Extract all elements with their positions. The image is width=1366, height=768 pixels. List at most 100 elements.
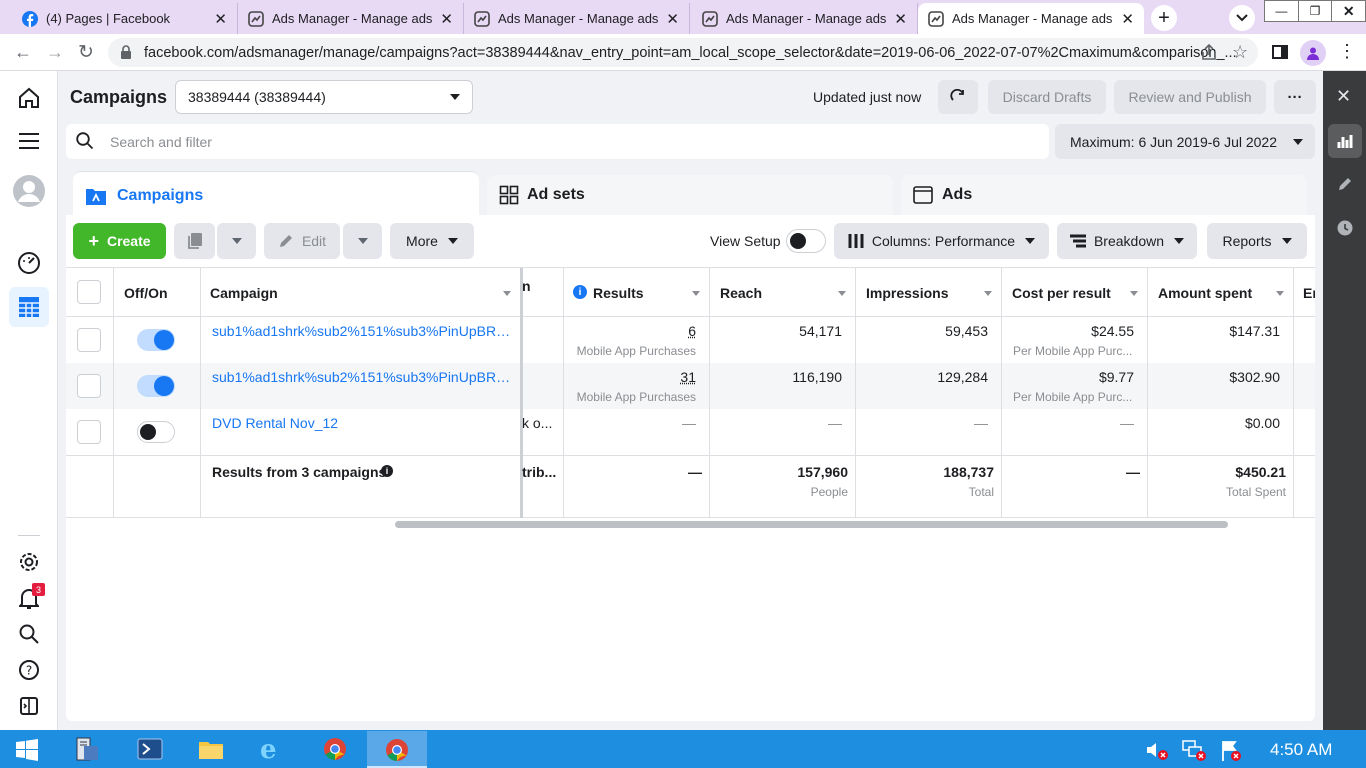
chrome-icon[interactable] bbox=[323, 737, 347, 761]
date-range-picker[interactable]: Maximum: 6 Jun 2019-6 Jul 2022 bbox=[1055, 124, 1315, 159]
header-results[interactable]: Results bbox=[593, 285, 644, 301]
duplicate-button[interactable] bbox=[174, 223, 215, 259]
create-button[interactable]: + Create bbox=[73, 223, 166, 259]
account-overview-gauge-icon[interactable] bbox=[17, 251, 41, 275]
info-icon[interactable]: i bbox=[381, 465, 393, 477]
tab-search-chevron-icon[interactable] bbox=[1229, 5, 1255, 31]
panel-close-icon[interactable]: ✕ bbox=[1336, 86, 1351, 107]
campaign-off-toggle[interactable] bbox=[137, 421, 175, 443]
sort-caret-icon[interactable] bbox=[838, 291, 846, 296]
sort-caret-icon[interactable] bbox=[1276, 291, 1284, 296]
reports-button[interactable]: Reports bbox=[1207, 223, 1307, 259]
restore-icon[interactable]: ❐ bbox=[1299, 1, 1333, 21]
history-clock-icon[interactable] bbox=[1337, 220, 1353, 236]
lock-icon[interactable] bbox=[120, 45, 132, 60]
tab-ad-sets[interactable]: Ad sets bbox=[487, 175, 893, 215]
server-manager-icon[interactable] bbox=[74, 736, 100, 762]
window-close-icon[interactable]: ✕ bbox=[1332, 1, 1365, 21]
discard-drafts-button[interactable]: Discard Drafts bbox=[988, 80, 1106, 114]
facebook-icon bbox=[22, 10, 38, 27]
settings-gear-icon[interactable] bbox=[18, 551, 40, 573]
browser-tab-ads-manager[interactable]: Ads Manager - Manage ads - A ✕ bbox=[464, 3, 690, 34]
network-disconnected-icon[interactable] bbox=[1181, 739, 1207, 763]
header-reach[interactable]: Reach bbox=[720, 285, 762, 301]
columns-button[interactable]: Columns: Performance bbox=[834, 223, 1049, 259]
breakdown-button[interactable]: Breakdown bbox=[1057, 223, 1197, 259]
amount-spent-value: $147.31 bbox=[1229, 323, 1280, 339]
home-icon[interactable] bbox=[17, 86, 41, 110]
new-tab-plus-icon[interactable]: + bbox=[1151, 5, 1177, 31]
internet-explorer-icon[interactable]: e bbox=[260, 735, 277, 765]
side-panel-icon[interactable] bbox=[1272, 45, 1288, 59]
close-icon[interactable]: ✕ bbox=[440, 10, 453, 28]
close-icon[interactable]: ✕ bbox=[214, 10, 227, 28]
account-selector[interactable]: 38389444 (38389444) bbox=[175, 80, 473, 114]
chrome-active-taskbar-item[interactable] bbox=[367, 731, 427, 768]
header-cost-per-result[interactable]: Cost per result bbox=[1012, 285, 1111, 301]
results-value[interactable]: 6 bbox=[564, 323, 696, 339]
header-campaign[interactable]: Campaign bbox=[210, 285, 278, 301]
more-options-button[interactable]: ··· bbox=[1274, 80, 1316, 114]
campaign-on-toggle[interactable] bbox=[137, 329, 175, 351]
refresh-button[interactable] bbox=[938, 80, 978, 114]
sort-caret-icon[interactable] bbox=[503, 291, 511, 296]
horizontal-scrollbar[interactable] bbox=[395, 521, 1228, 528]
minimize-icon[interactable]: — bbox=[1265, 1, 1299, 21]
header-amount-spent[interactable]: Amount spent bbox=[1158, 285, 1252, 301]
close-icon[interactable]: ✕ bbox=[1121, 10, 1134, 28]
close-icon[interactable]: ✕ bbox=[894, 10, 907, 28]
sort-caret-icon[interactable] bbox=[692, 291, 700, 296]
header-ends[interactable]: Er bbox=[1303, 285, 1315, 301]
ads-manager-icon bbox=[474, 10, 490, 27]
close-icon[interactable]: ✕ bbox=[666, 10, 679, 28]
tab-ads[interactable]: Ads bbox=[901, 175, 1307, 215]
ads-manager-icon bbox=[248, 10, 264, 27]
account-avatar-icon[interactable] bbox=[12, 174, 46, 208]
row-checkbox[interactable] bbox=[77, 420, 101, 444]
windows-start-icon[interactable] bbox=[16, 739, 38, 761]
action-center-flag-icon[interactable] bbox=[1219, 739, 1243, 763]
edit-pencil-icon[interactable] bbox=[1337, 176, 1353, 192]
campaign-name-link[interactable]: sub1%ad1shrk%sub2%151%sub3%PinUpBRH... bbox=[212, 369, 512, 385]
reload-icon[interactable]: ↻ bbox=[78, 41, 94, 64]
menu-hamburger-icon[interactable] bbox=[19, 132, 39, 150]
search-icon[interactable] bbox=[19, 624, 39, 644]
campaign-name-link[interactable]: sub1%ad1shrk%sub2%151%sub3%PinUpBRH... bbox=[212, 323, 512, 339]
collapse-panel-icon[interactable] bbox=[20, 697, 38, 715]
powershell-icon[interactable] bbox=[137, 738, 163, 760]
file-explorer-folder-icon[interactable] bbox=[198, 738, 224, 760]
sort-caret-icon[interactable] bbox=[1130, 291, 1138, 296]
browser-menu-icon[interactable]: ⋮ bbox=[1338, 40, 1356, 62]
tab-campaigns[interactable]: Campaigns bbox=[73, 171, 479, 219]
panel-charts-tab[interactable] bbox=[1328, 124, 1362, 158]
edit-button[interactable]: Edit bbox=[264, 223, 340, 259]
campaign-on-toggle[interactable] bbox=[137, 375, 175, 397]
view-setup-toggle[interactable] bbox=[786, 229, 826, 253]
browser-tab-facebook-pages[interactable]: (4) Pages | Facebook ✕ bbox=[12, 3, 238, 34]
browser-tab-ads-manager-active[interactable]: Ads Manager - Manage ads - C ✕ bbox=[918, 3, 1144, 34]
forward-arrow-icon[interactable]: → bbox=[46, 42, 64, 63]
more-button[interactable]: More bbox=[390, 223, 474, 259]
share-icon[interactable] bbox=[1200, 44, 1218, 61]
search-and-filter-input[interactable]: Search and filter bbox=[66, 124, 1049, 159]
row-checkbox[interactable] bbox=[77, 328, 101, 352]
review-and-publish-button[interactable]: Review and Publish bbox=[1114, 80, 1266, 114]
select-all-checkbox[interactable] bbox=[77, 280, 101, 304]
header-impressions[interactable]: Impressions bbox=[866, 285, 948, 301]
sort-caret-icon[interactable] bbox=[984, 291, 992, 296]
back-arrow-icon[interactable]: ← bbox=[14, 42, 32, 63]
row-checkbox[interactable] bbox=[77, 374, 101, 398]
volume-muted-icon[interactable] bbox=[1145, 740, 1169, 762]
results-value[interactable]: 31 bbox=[564, 369, 696, 385]
edit-dropdown[interactable] bbox=[343, 223, 382, 259]
profile-avatar-icon[interactable] bbox=[1300, 40, 1326, 66]
browser-tab-ads-manager[interactable]: Ads Manager - Manage ads - C ✕ bbox=[238, 3, 464, 34]
campaign-name-link[interactable]: DVD Rental Nov_12 bbox=[212, 415, 512, 431]
url-field[interactable]: facebook.com/adsmanager/manage/campaigns… bbox=[108, 38, 1258, 67]
duplicate-dropdown[interactable] bbox=[217, 223, 256, 259]
bookmark-star-icon[interactable]: ☆ bbox=[1232, 42, 1248, 63]
help-question-icon[interactable]: ? bbox=[19, 660, 39, 680]
browser-tab-ads-manager[interactable]: Ads Manager - Manage ads - C ✕ bbox=[692, 3, 918, 34]
campaigns-nav-item[interactable] bbox=[9, 287, 49, 327]
info-icon[interactable]: i bbox=[573, 285, 587, 299]
